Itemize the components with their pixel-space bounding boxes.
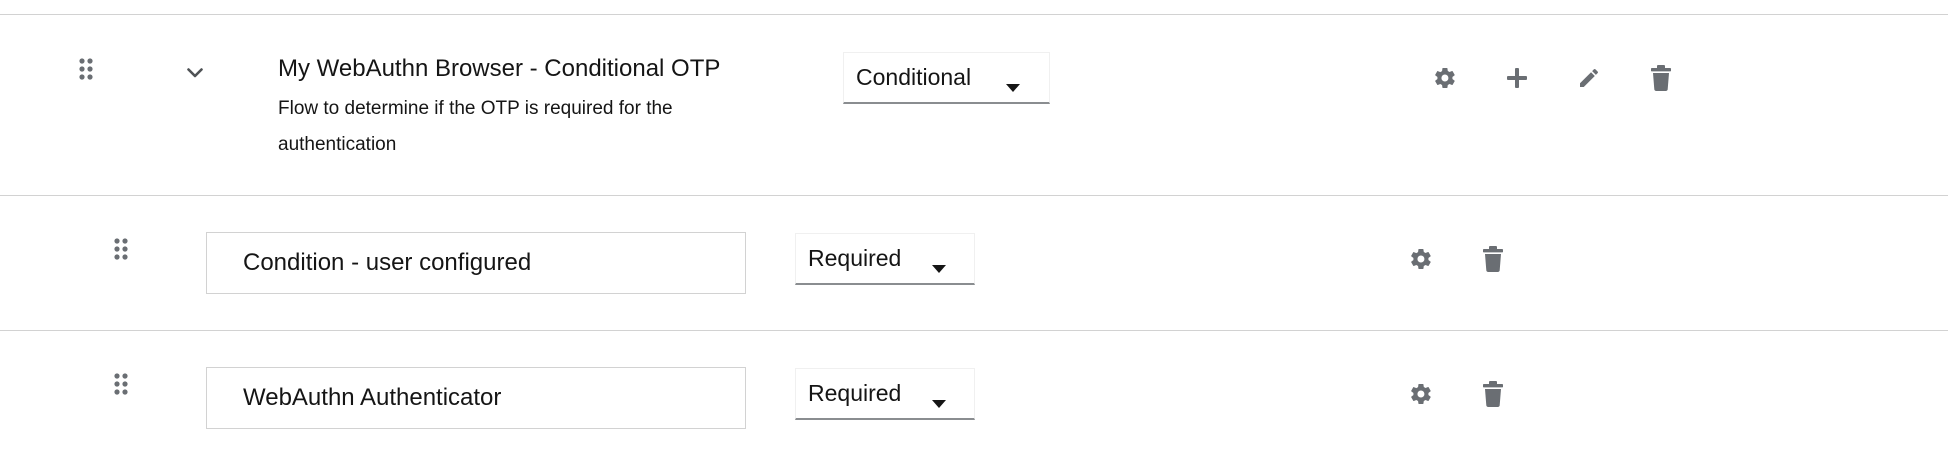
drag-handle-icon[interactable] [79, 58, 93, 80]
flow-title: My WebAuthn Browser - Conditional OTP [278, 55, 721, 82]
trash-icon[interactable] [1477, 378, 1509, 410]
execution-name: WebAuthn Authenticator [206, 367, 746, 429]
chevron-down-icon[interactable] [181, 59, 209, 87]
gear-icon[interactable] [1405, 243, 1437, 275]
execution-name-label: Condition - user configured [243, 249, 532, 276]
flow-row: My WebAuthn Browser - Conditional OTP Fl… [0, 14, 1948, 195]
execution-row: WebAuthn Authenticator Required [0, 330, 1948, 451]
requirement-select-value: Required [808, 380, 902, 406]
requirement-select-value: Conditional [856, 64, 972, 90]
trash-icon[interactable] [1645, 62, 1677, 94]
drag-handle-icon[interactable] [114, 373, 128, 395]
execution-name-label: WebAuthn Authenticator [243, 384, 502, 411]
requirement-select[interactable]: Conditional [843, 52, 1050, 104]
requirement-select-value: Required [808, 245, 902, 271]
plus-icon[interactable] [1501, 62, 1533, 94]
authentication-flow-table: My WebAuthn Browser - Conditional OTP Fl… [0, 0, 1948, 451]
gear-icon[interactable] [1429, 62, 1461, 94]
caret-down-icon [932, 387, 946, 414]
flow-description: Flow to determine if the OTP is required… [278, 98, 673, 155]
gear-icon[interactable] [1405, 378, 1437, 410]
execution-row: Condition - user configured Required [0, 195, 1948, 330]
requirement-select[interactable]: Required [795, 233, 975, 285]
caret-down-icon [1006, 71, 1020, 98]
requirement-select[interactable]: Required [795, 368, 975, 420]
execution-name: Condition - user configured [206, 232, 746, 294]
caret-down-icon [932, 252, 946, 279]
pencil-icon[interactable] [1573, 62, 1605, 94]
trash-icon[interactable] [1477, 243, 1509, 275]
drag-handle-icon[interactable] [114, 238, 128, 260]
